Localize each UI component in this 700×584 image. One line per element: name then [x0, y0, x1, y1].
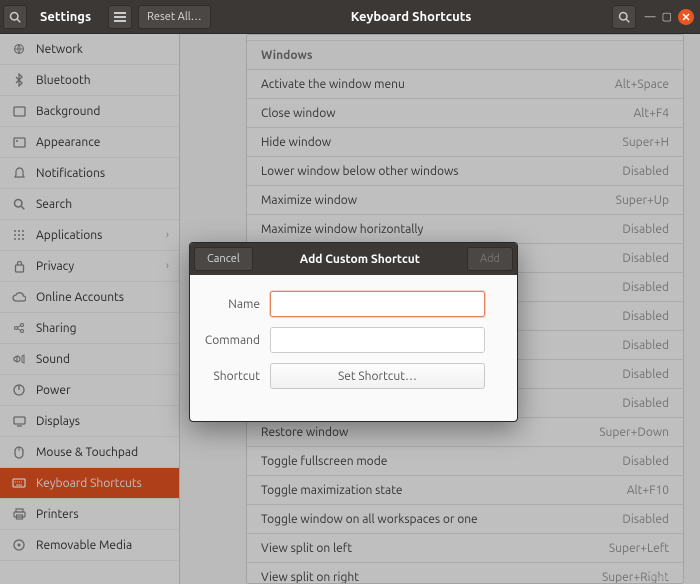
- hamburger-menu-button[interactable]: [108, 5, 132, 29]
- page-title: Keyboard Shortcuts: [214, 10, 609, 24]
- add-custom-shortcut-dialog: Cancel Add Custom Shortcut Add Name Comm…: [189, 242, 518, 422]
- close-icon: [682, 13, 690, 21]
- add-button[interactable]: Add: [467, 247, 513, 271]
- search-icon: [9, 11, 21, 23]
- shortcut-label: Shortcut: [190, 370, 270, 383]
- window-minimize-button[interactable]: —: [645, 11, 656, 23]
- command-input[interactable]: [270, 327, 485, 353]
- dialog-header: Cancel Add Custom Shortcut Add: [190, 243, 517, 275]
- headerbar-right: — ▢: [609, 5, 700, 29]
- set-shortcut-button[interactable]: Set Shortcut…: [270, 363, 485, 389]
- search-icon: [618, 11, 630, 23]
- app-title: Settings: [30, 10, 105, 24]
- header-search-button[interactable]: [3, 5, 27, 29]
- watermark: wsxdn.com: [649, 572, 694, 582]
- name-label: Name: [190, 298, 270, 311]
- window-maximize-button[interactable]: ▢: [662, 10, 672, 23]
- reset-all-button[interactable]: Reset All…: [138, 5, 211, 29]
- dialog-title: Add Custom Shortcut: [257, 253, 463, 266]
- headerbar-left: Settings Reset All…: [0, 0, 214, 33]
- body: NetworkBluetoothBackgroundAppearanceNoti…: [0, 34, 700, 584]
- command-label: Command: [190, 334, 270, 347]
- headerbar: Settings Reset All… Keyboard Shortcuts —…: [0, 0, 700, 34]
- cancel-button[interactable]: Cancel: [194, 247, 253, 271]
- page-search-button[interactable]: [612, 5, 636, 29]
- name-input[interactable]: [270, 291, 485, 317]
- window-close-button[interactable]: [678, 9, 694, 25]
- dialog-body: Name Command Shortcut Set Shortcut…: [190, 275, 517, 421]
- hamburger-icon: [114, 12, 126, 22]
